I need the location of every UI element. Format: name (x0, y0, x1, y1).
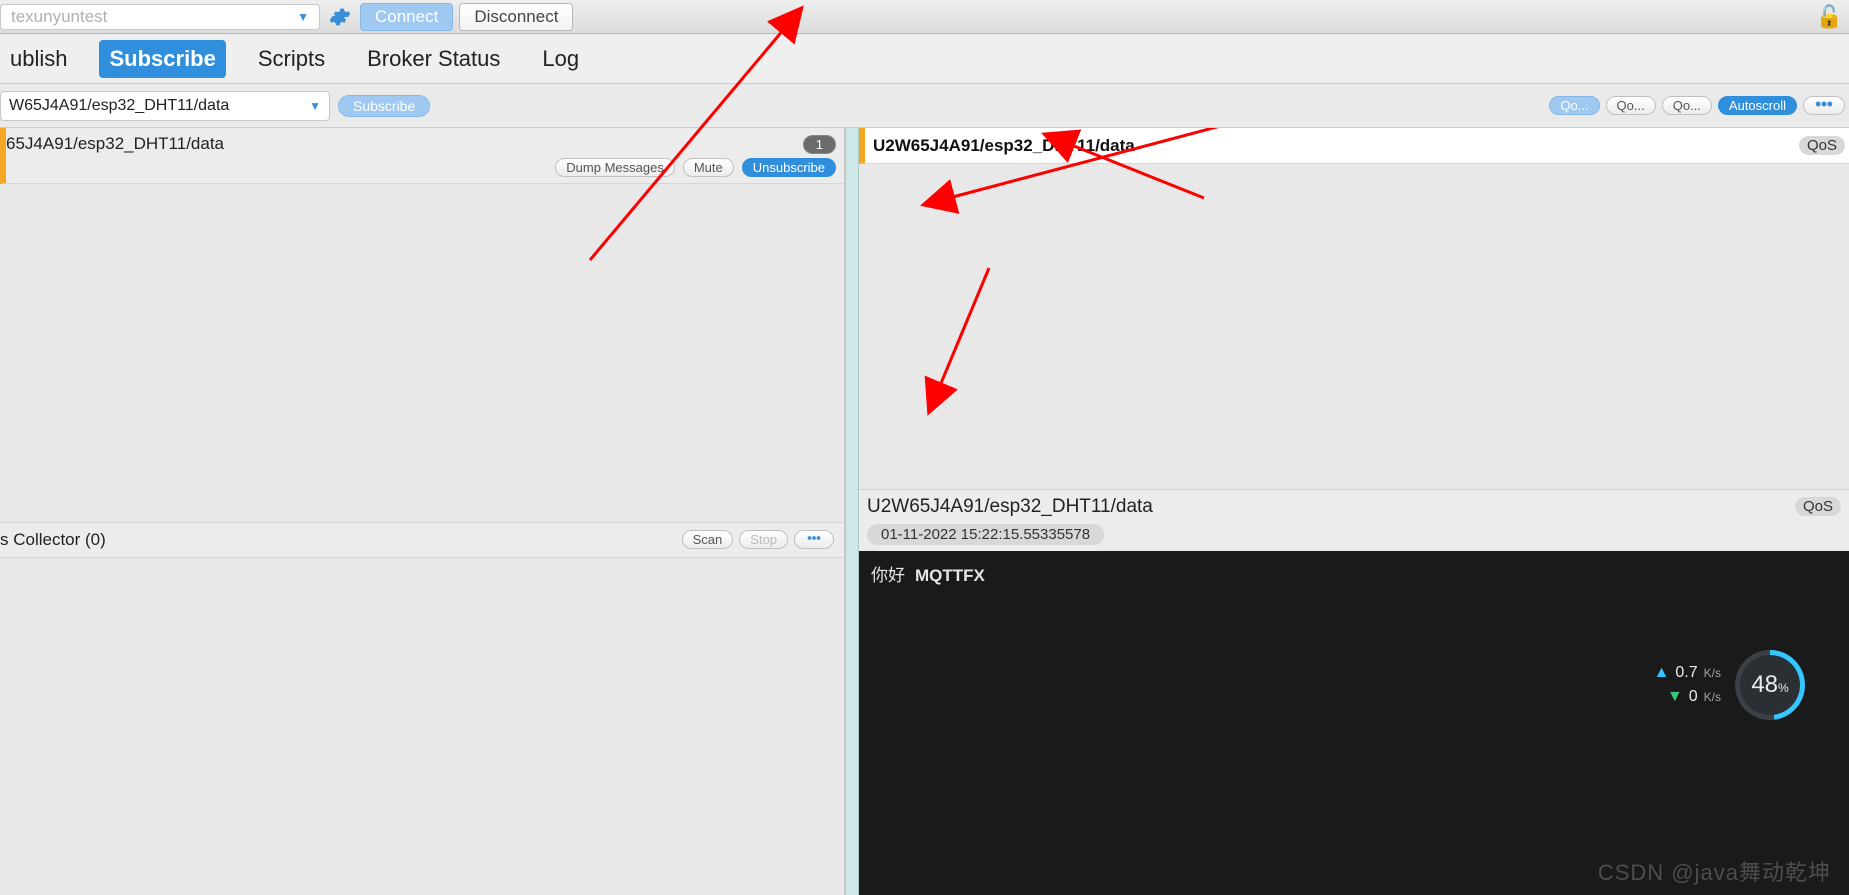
connection-select[interactable]: texunyuntest ▼ (0, 4, 320, 30)
scan-button[interactable]: Scan (682, 530, 734, 549)
chevron-down-icon: ▼ (297, 10, 309, 24)
tab-subscribe[interactable]: Subscribe (99, 40, 225, 78)
subscribe-button[interactable]: Subscribe (338, 95, 430, 117)
tab-log[interactable]: Log (532, 40, 589, 78)
collector-settings-icon[interactable] (794, 530, 834, 549)
annotation-arrow-3 (859, 128, 1849, 428)
collector-content (0, 558, 844, 895)
detail-timestamp: 01-11-2022 15:22:15.55335578 (867, 524, 1104, 545)
settings-icon[interactable] (1803, 96, 1845, 115)
payload-text-prefix: 你好 (871, 566, 905, 585)
pane-divider[interactable] (845, 128, 859, 895)
qos-filter-1[interactable]: Qo... (1549, 96, 1599, 115)
message-list-item[interactable]: U2W65J4A91/esp32_DHT11/data QoS (859, 128, 1849, 164)
tab-publish[interactable]: ublish (0, 40, 77, 78)
content-area: 65J4A91/esp32_DHT11/data 1 Dump Messages… (0, 128, 1849, 895)
subscribed-topic-item[interactable]: 65J4A91/esp32_DHT11/data 1 Dump Messages… (0, 128, 844, 184)
message-detail-header: U2W65J4A91/esp32_DHT11/data QoS 01-11-20… (859, 489, 1849, 551)
subscribe-row: W65J4A91/esp32_DHT11/data ▼ Subscribe Qo… (0, 84, 1849, 128)
message-count-badge: 1 (803, 135, 836, 154)
topics-collector-bar: s Collector (0) Scan Stop (0, 522, 844, 558)
payload-text-bold: MQTTFX (915, 566, 985, 585)
qos-filter-3[interactable]: Qo... (1662, 96, 1712, 115)
tab-scripts[interactable]: Scripts (248, 40, 335, 78)
payload-viewer[interactable]: 你好 MQTTFX (859, 551, 1849, 895)
right-pane: U2W65J4A91/esp32_DHT11/data QoS U2W65J4A… (859, 128, 1849, 895)
gear-icon[interactable] (326, 3, 354, 31)
unsubscribe-button[interactable]: Unsubscribe (742, 158, 836, 177)
tab-broker-status[interactable]: Broker Status (357, 40, 510, 78)
subscribed-topic-text: 65J4A91/esp32_DHT11/data (6, 134, 224, 154)
dump-messages-button[interactable]: Dump Messages (555, 158, 675, 177)
topic-input[interactable]: W65J4A91/esp32_DHT11/data ▼ (0, 91, 330, 121)
tab-bar: ublish Subscribe Scripts Broker Status L… (0, 34, 1849, 84)
stop-button[interactable]: Stop (739, 530, 788, 549)
connection-name: texunyuntest (11, 7, 107, 27)
collector-label: s Collector (0) (0, 530, 106, 550)
connect-button[interactable]: Connect (360, 3, 453, 31)
message-list-empty (859, 164, 1849, 489)
connection-bar: texunyuntest ▼ Connect Disconnect 🔓 (0, 0, 1849, 34)
disconnect-button[interactable]: Disconnect (459, 3, 573, 31)
topic-input-value: W65J4A91/esp32_DHT11/data (9, 97, 229, 115)
chevron-down-icon: ▼ (309, 99, 321, 113)
left-empty-area (0, 184, 844, 522)
lock-open-icon: 🔓 (1816, 4, 1843, 30)
autoscroll-button[interactable]: Autoscroll (1718, 96, 1797, 115)
detail-qos-badge: QoS (1795, 497, 1841, 516)
mute-button[interactable]: Mute (683, 158, 734, 177)
message-topic: U2W65J4A91/esp32_DHT11/data (873, 136, 1135, 156)
detail-topic: U2W65J4A91/esp32_DHT11/data (867, 496, 1153, 518)
left-pane: 65J4A91/esp32_DHT11/data 1 Dump Messages… (0, 128, 845, 895)
qos-badge: QoS (1799, 136, 1845, 155)
qos-filter-2[interactable]: Qo... (1606, 96, 1656, 115)
